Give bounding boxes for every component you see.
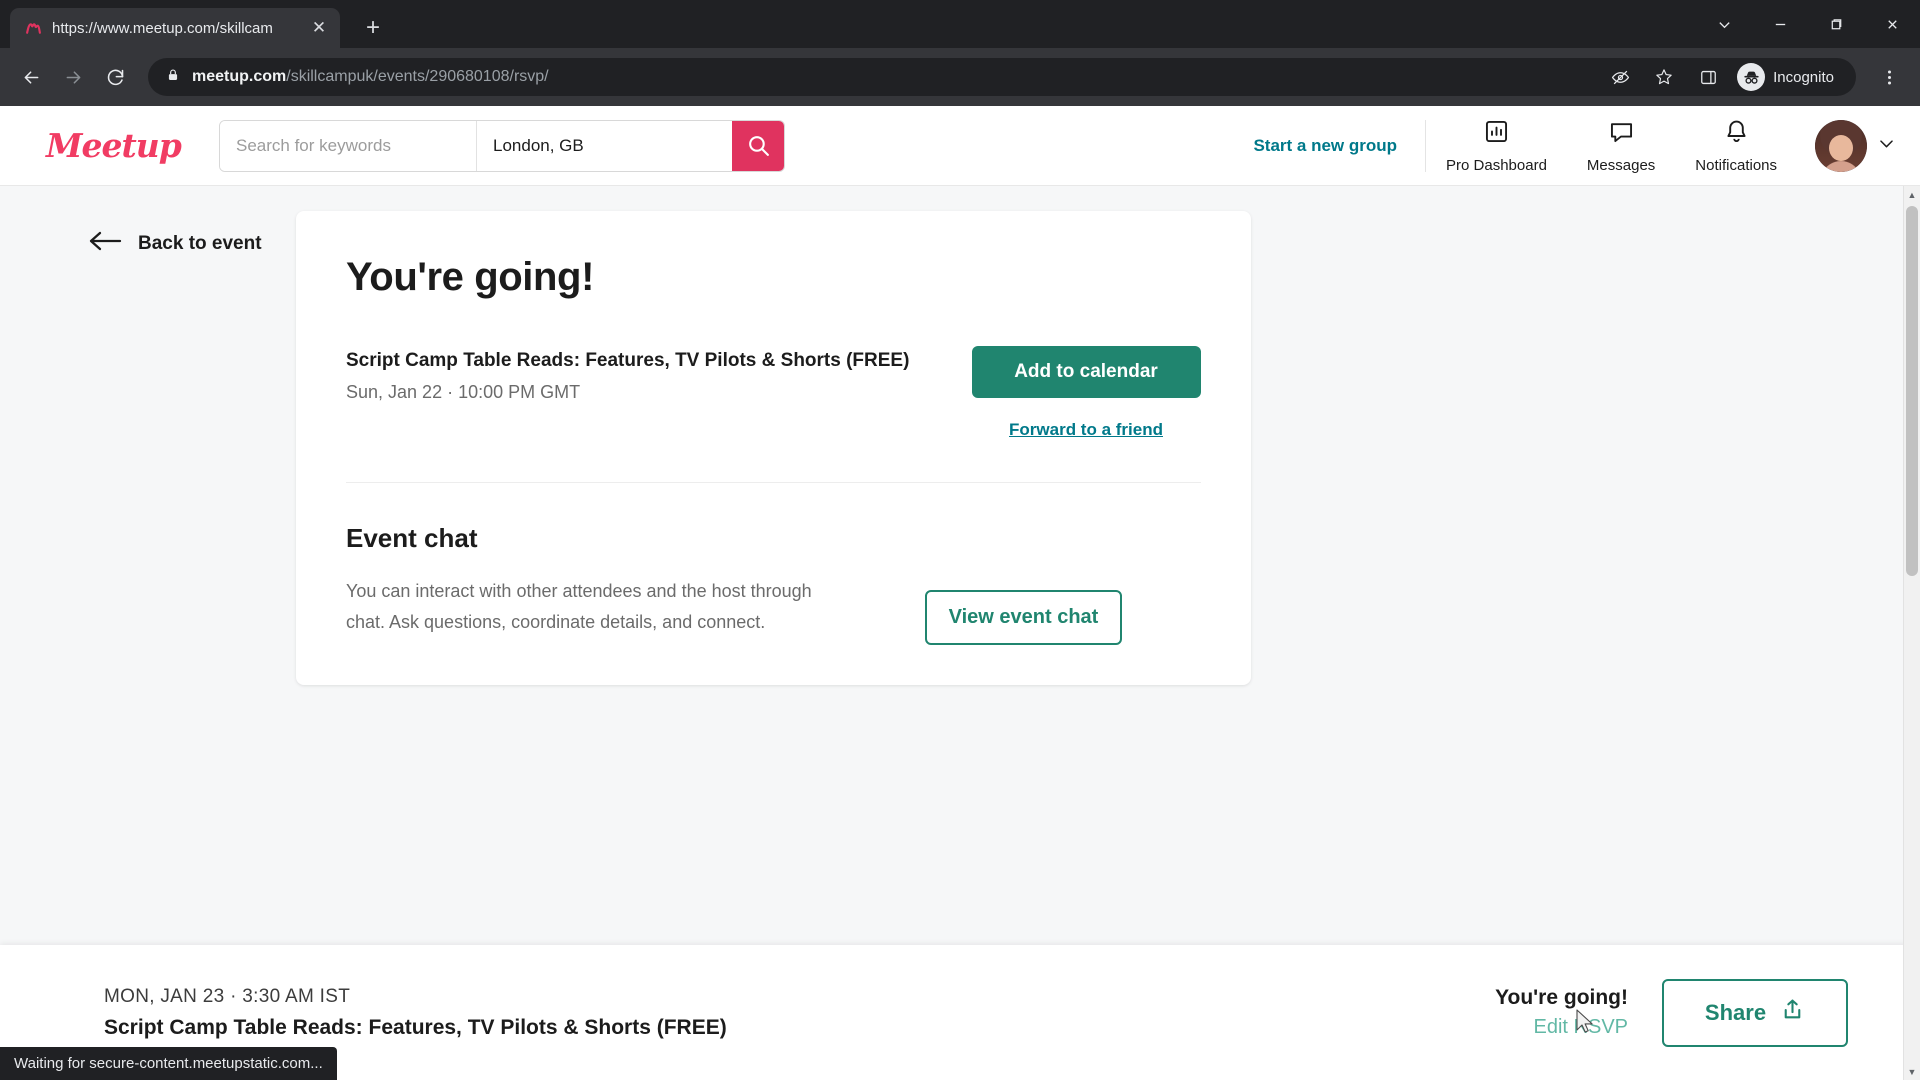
event-chat-description: You can interact with other attendees an…: [346, 581, 812, 632]
scroll-down-arrow-icon[interactable]: ▼: [1904, 1063, 1920, 1080]
sticky-actions: You're going! Edit RSVP Share: [1495, 978, 1848, 1047]
eye-crossed-icon[interactable]: [1601, 58, 1639, 96]
meetup-site-header: Meetup Search for keywords London, GB St…: [0, 106, 1920, 186]
page-content: Back to event You're going! Script Camp …: [0, 186, 1920, 1080]
meetup-logo[interactable]: Meetup: [46, 126, 182, 165]
search-location-input[interactable]: London, GB: [476, 120, 732, 171]
bar-chart-icon: [1483, 118, 1510, 150]
bell-icon: [1723, 118, 1750, 150]
chat-bubble-icon: [1608, 118, 1635, 150]
chevron-down-icon[interactable]: [1877, 134, 1896, 158]
window-controls: [1696, 0, 1920, 48]
side-panel-icon[interactable]: [1689, 58, 1727, 96]
meetup-favicon: [24, 19, 42, 37]
share-button[interactable]: Share: [1662, 978, 1848, 1047]
restore-icon[interactable]: [1808, 0, 1864, 48]
tab-title: https://www.meetup.com/skillcam: [52, 19, 273, 37]
event-chat-heading: Event chat: [346, 523, 478, 553]
scrollbar-thumb[interactable]: [1906, 206, 1918, 576]
nav-item-pro-dashboard[interactable]: Pro Dashboard: [1426, 118, 1567, 174]
card-divider: [346, 482, 1201, 483]
add-to-calendar-button[interactable]: Add to calendar: [971, 346, 1201, 398]
rsvp-status: You're going! Edit RSVP: [1495, 986, 1628, 1039]
reload-icon[interactable]: [96, 58, 134, 96]
event-datetime: Sun, Jan 22 · 10:00 PM GMT: [346, 382, 581, 402]
address-bar[interactable]: meetup.com/skillcampuk/events/290680108/…: [148, 58, 1856, 96]
back-arrow-icon[interactable]: [12, 58, 50, 96]
lock-icon: [166, 68, 180, 87]
search-icon[interactable]: [732, 120, 784, 171]
chevron-down-icon[interactable]: [1696, 0, 1752, 48]
url-domain: meetup.com: [192, 68, 287, 85]
back-column: Back to event: [0, 211, 296, 259]
sticky-event-info: MON, JAN 23 · 3:30 AM IST Script Camp Ta…: [104, 986, 1495, 1040]
incognito-icon: [1737, 63, 1766, 91]
avatar-face: [1829, 135, 1853, 162]
close-icon[interactable]: [1864, 0, 1920, 48]
nav-item-messages[interactable]: Messages: [1567, 118, 1675, 174]
event-summary: Script Camp Table Reads: Features, TV Pi…: [346, 346, 971, 403]
view-event-chat-button[interactable]: View event chat: [924, 590, 1123, 645]
page-title: You're going!: [346, 255, 594, 299]
page-viewport: Meetup Search for keywords London, GB St…: [0, 106, 1920, 1080]
incognito-indicator[interactable]: Incognito: [1733, 60, 1846, 94]
event-summary-row: Script Camp Table Reads: Features, TV Pi…: [346, 346, 1201, 440]
event-title: Script Camp Table Reads: Features, TV Pi…: [346, 350, 910, 371]
browser-window: https://www.meetup.com/skillcam ✕ + meet…: [0, 0, 1920, 1080]
share-button-label: Share: [1704, 999, 1767, 1025]
tab-strip: https://www.meetup.com/skillcam ✕ +: [0, 0, 1920, 48]
star-icon[interactable]: [1645, 58, 1683, 96]
edit-rsvp-link[interactable]: Edit RSVP: [1495, 1016, 1628, 1039]
avatar[interactable]: [1815, 119, 1867, 172]
scroll-up-arrow-icon[interactable]: ▲: [1904, 186, 1920, 203]
nav-label: Notifications: [1695, 156, 1777, 174]
three-dot-menu-icon[interactable]: [1870, 58, 1908, 96]
page-scrollbar[interactable]: ▲ ▼: [1903, 186, 1920, 1080]
share-icon: [1780, 997, 1805, 1028]
url-text: meetup.com/skillcampuk/events/290680108/…: [192, 68, 1589, 86]
search-bar: Search for keywords London, GB: [219, 119, 785, 172]
nav-label: Messages: [1586, 156, 1656, 174]
new-tab-button[interactable]: +: [356, 11, 390, 45]
omnibox-actions: Incognito: [1601, 58, 1846, 96]
forward-to-a-friend-link[interactable]: Forward to a friend: [1009, 420, 1163, 440]
rsvp-card: You're going! Script Camp Table Reads: F…: [296, 211, 1251, 685]
close-icon[interactable]: ✕: [308, 17, 330, 39]
status-badge: You're going!: [1495, 986, 1628, 1009]
arrow-left-icon: [88, 229, 122, 259]
event-actions: Add to calendar Forward to a friend: [971, 346, 1201, 440]
event-chat-action: View event chat: [846, 576, 1201, 645]
incognito-label: Incognito: [1773, 68, 1834, 86]
status-bubble: Waiting for secure-content.meetupstatic.…: [0, 1047, 337, 1080]
minimize-icon[interactable]: [1752, 0, 1808, 48]
search-keywords-input[interactable]: Search for keywords: [220, 120, 476, 171]
url-path: /skillcampuk/events/290680108/rsvp/: [286, 68, 549, 85]
forward-arrow-icon[interactable]: [54, 58, 92, 96]
sticky-event-title: Script Camp Table Reads: Features, TV Pi…: [104, 1015, 727, 1039]
back-to-event-link[interactable]: Back to event: [88, 229, 296, 259]
rsvp-layout: Back to event You're going! Script Camp …: [0, 186, 1920, 685]
sticky-event-date: MON, JAN 23 · 3:30 AM IST: [104, 985, 351, 1007]
nav-item-notifications[interactable]: Notifications: [1675, 118, 1797, 174]
start-a-new-group-link[interactable]: Start a new group: [1253, 136, 1425, 156]
back-to-event-label: Back to event: [138, 233, 262, 254]
browser-tab[interactable]: https://www.meetup.com/skillcam ✕: [10, 8, 340, 48]
nav-label: Pro Dashboard: [1446, 156, 1547, 174]
user-menu[interactable]: [1797, 119, 1896, 172]
browser-toolbar: meetup.com/skillcampuk/events/290680108/…: [0, 48, 1920, 106]
event-chat-row: You can interact with other attendees an…: [346, 576, 1201, 645]
